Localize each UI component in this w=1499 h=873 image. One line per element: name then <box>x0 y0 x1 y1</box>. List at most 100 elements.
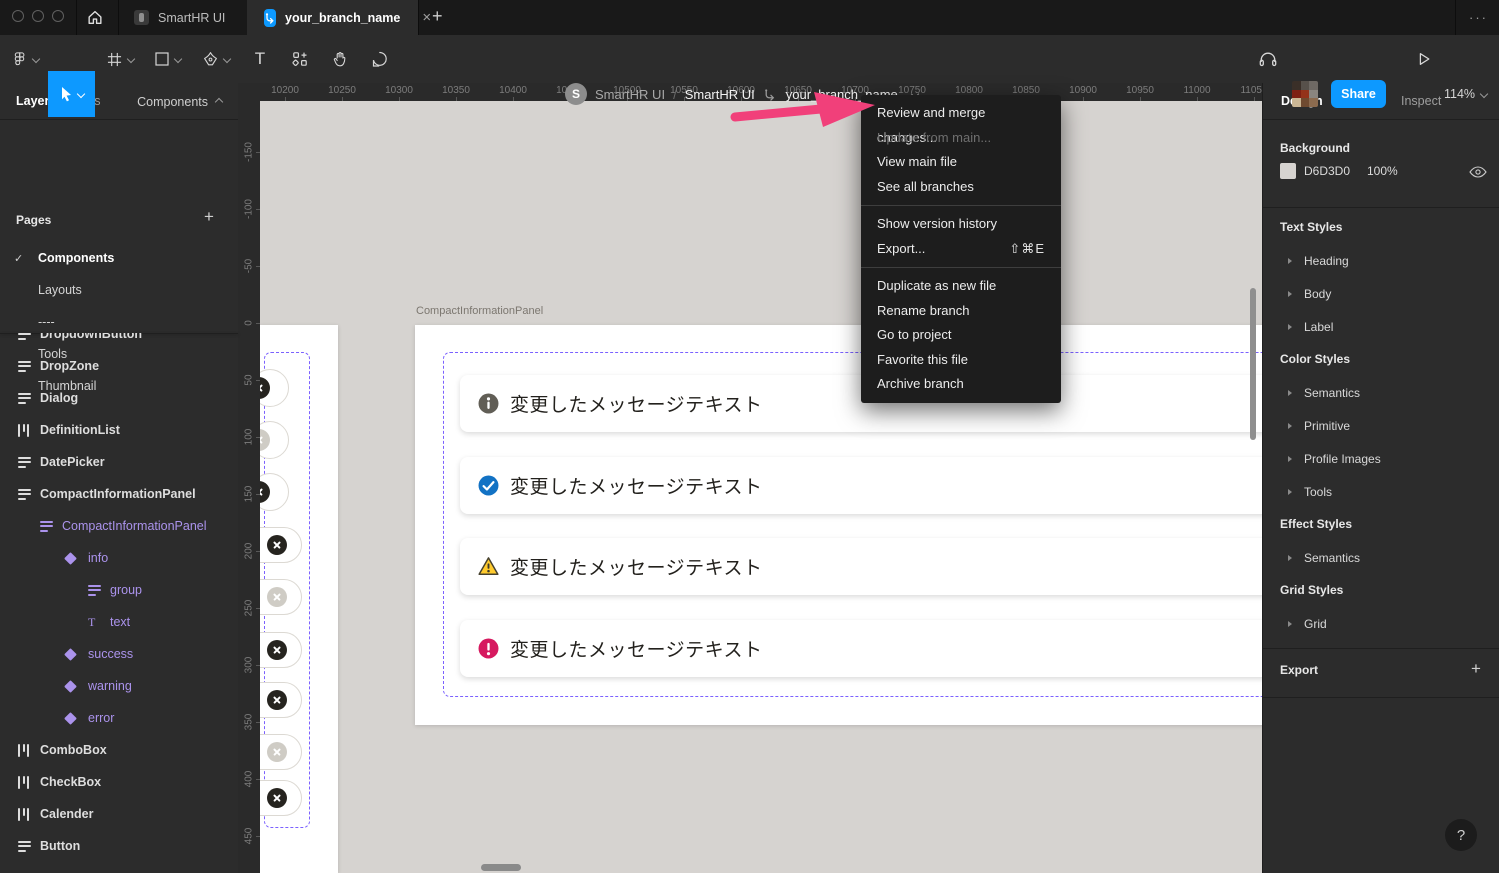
menu-item[interactable]: Rename branch <box>861 299 1061 324</box>
page-item-layouts[interactable]: Layouts <box>0 274 238 306</box>
add-page-button[interactable]: + <box>204 207 214 227</box>
layer-row-ComboBox[interactable]: ComboBox <box>0 734 238 766</box>
menu-item[interactable]: Duplicate as new file <box>861 274 1061 299</box>
frame-vertical-icon <box>88 585 101 596</box>
menu-item[interactable]: Archive branch <box>861 372 1061 397</box>
style-item-semantics[interactable]: Semantics <box>1263 541 1499 574</box>
frame-vertical-icon <box>18 841 31 852</box>
horizontal-scrollbar[interactable] <box>481 864 521 871</box>
message-card-error[interactable]: 変更したメッセージテキスト <box>460 620 1262 677</box>
export-add-button[interactable]: + <box>1471 659 1481 679</box>
layer-row-Dialog[interactable]: Dialog <box>0 382 238 414</box>
resources-tool[interactable] <box>284 35 316 83</box>
chevron-right-icon <box>1288 291 1292 297</box>
user-avatar[interactable] <box>1292 81 1318 107</box>
style-item-tools[interactable]: Tools <box>1263 475 1499 508</box>
frame-label[interactable]: CompactInformationPanel <box>416 305 543 317</box>
audio-button[interactable] <box>1255 35 1281 83</box>
tab-branch[interactable]: your_branch_name × <box>247 0 418 35</box>
layer-row-DatePicker[interactable]: DatePicker <box>0 446 238 478</box>
menu-item[interactable]: See all branches <box>861 175 1061 200</box>
menu-item[interactable]: View main file <box>861 150 1061 175</box>
layer-row-DropZone[interactable]: DropZone <box>0 350 238 382</box>
close-tab-icon[interactable]: × <box>422 10 431 25</box>
layer-row-Calender[interactable]: Calender <box>0 798 238 830</box>
component-icon <box>64 552 77 565</box>
message-card-success[interactable]: 変更したメッセージテキスト <box>460 457 1262 514</box>
chevron-right-icon <box>1288 390 1292 396</box>
close-icon[interactable] <box>267 742 287 762</box>
breadcrumb-org[interactable]: SmartHR UI <box>595 87 665 102</box>
style-item-primitive[interactable]: Primitive <box>1263 409 1499 442</box>
style-item-semantics[interactable]: Semantics <box>1263 376 1499 409</box>
close-icon[interactable] <box>267 640 287 660</box>
text-tool[interactable]: T <box>245 35 275 83</box>
ruler-number: 10300 <box>385 85 413 96</box>
branch-glyph-icon <box>763 88 778 101</box>
move-tool[interactable] <box>48 71 95 117</box>
layer-row-CompactInformationPanel[interactable]: CompactInformationPanel <box>0 510 238 542</box>
layer-row-error[interactable]: error <box>0 702 238 734</box>
style-item-body[interactable]: Body <box>1263 277 1499 310</box>
background-swatch[interactable] <box>1280 163 1296 179</box>
page-selector[interactable]: Components <box>137 83 222 120</box>
style-item-grid[interactable]: Grid <box>1263 607 1499 640</box>
layer-row-text[interactable]: T text <box>0 606 238 638</box>
layer-row-warning[interactable]: warning <box>0 670 238 702</box>
frame-tool[interactable] <box>103 35 137 83</box>
chevron-down-icon <box>174 55 182 63</box>
pen-tool[interactable] <box>199 35 233 83</box>
visibility-toggle[interactable] <box>1469 165 1487 177</box>
menu-item[interactable]: Favorite this file <box>861 348 1061 373</box>
help-button[interactable]: ? <box>1445 819 1477 851</box>
frame-vertical-icon <box>18 333 31 340</box>
menu-item[interactable]: Export... ⇧⌘E <box>861 237 1061 262</box>
text-layer-icon: T <box>88 615 95 630</box>
zoom-control[interactable]: 114% <box>1444 70 1487 118</box>
window-menu-icon[interactable]: ··· <box>1469 10 1488 25</box>
close-icon[interactable] <box>267 587 287 607</box>
hand-tool[interactable] <box>324 35 356 83</box>
menu-item[interactable]: Show version history <box>861 212 1061 237</box>
page-item-components[interactable]: ✓ Components <box>0 242 238 274</box>
style-item-profile-images[interactable]: Profile Images <box>1263 442 1499 475</box>
shape-tool[interactable] <box>151 35 185 83</box>
canvas[interactable]: CompactInformationPanel 変更したメッセージテキスト 変更… <box>238 83 1262 873</box>
left-sidebar: Layers Assets Components Pages + ✓ Compo… <box>0 83 238 873</box>
layer-row-DropdownButton[interactable]: DropdownButton <box>0 333 238 350</box>
layer-row-info[interactable]: info <box>0 542 238 574</box>
layer-row-success[interactable]: success <box>0 638 238 670</box>
vertical-scrollbar[interactable] <box>1250 288 1256 440</box>
style-item-heading[interactable]: Heading <box>1263 244 1499 277</box>
ruler-number: 11000 <box>1183 85 1210 96</box>
tab-smarthr-ui[interactable]: SmartHR UI <box>118 0 247 35</box>
close-icon[interactable] <box>267 690 287 710</box>
frame-vertical-icon <box>40 521 53 532</box>
background-opacity[interactable]: 100% <box>1367 164 1398 178</box>
home-button[interactable] <box>86 9 106 27</box>
close-icon[interactable] <box>267 788 287 808</box>
share-button[interactable]: Share <box>1331 80 1386 108</box>
new-tab-button[interactable]: + <box>432 6 443 27</box>
layer-row-DefinitionList[interactable]: DefinitionList <box>0 414 238 446</box>
layer-row-group[interactable]: group <box>0 574 238 606</box>
menu-item[interactable]: Go to project <box>861 323 1061 348</box>
message-card-warning[interactable]: 変更したメッセージテキスト <box>460 538 1262 595</box>
breadcrumb-file[interactable]: SmartHR UI <box>685 87 755 102</box>
layer-row-CompactInformationPanel[interactable]: CompactInformationPanel <box>0 478 238 510</box>
ruler-number: 450 <box>244 825 255 847</box>
menu-item[interactable]: Review and merge changes... <box>861 101 1061 126</box>
tab-inspect[interactable]: Inspect <box>1401 83 1441 120</box>
comment-tool[interactable] <box>363 35 395 83</box>
menu-section: Review and merge changes... Update from … <box>861 101 1061 199</box>
style-item-label[interactable]: Label <box>1263 310 1499 343</box>
chevron-down-icon <box>126 55 134 63</box>
layer-row-CheckBox[interactable]: CheckBox <box>0 766 238 798</box>
present-button[interactable] <box>1410 35 1436 83</box>
layer-row-Button[interactable]: Button <box>0 830 238 862</box>
traffic-lights[interactable] <box>12 10 64 22</box>
rectangle-icon <box>155 52 169 66</box>
main-menu-button[interactable] <box>6 35 44 83</box>
background-hex[interactable]: D6D3D0 <box>1304 164 1350 178</box>
close-icon[interactable] <box>267 535 287 555</box>
